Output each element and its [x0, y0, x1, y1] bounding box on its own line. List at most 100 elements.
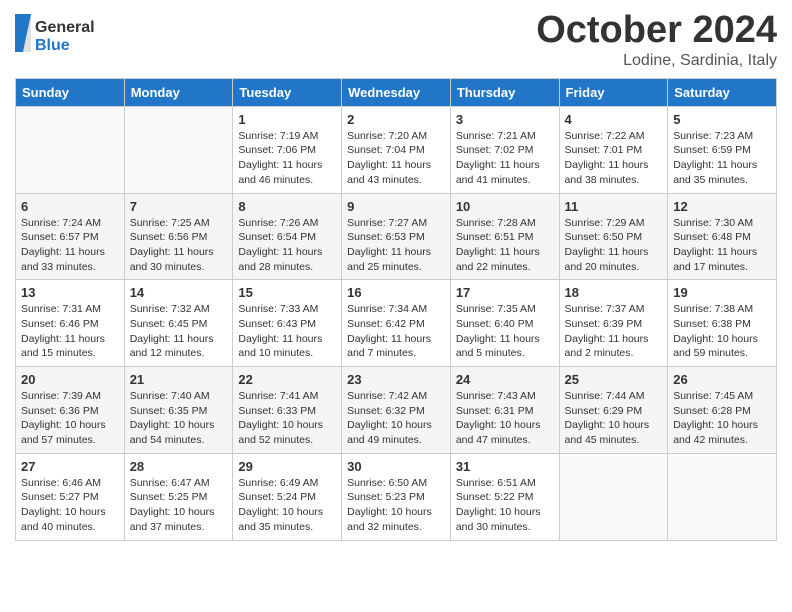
calendar-cell: 11 Sunrise: 7:29 AMSunset: 6:50 PMDaylig…: [559, 193, 668, 280]
calendar-cell: 21 Sunrise: 7:40 AMSunset: 6:35 PMDaylig…: [124, 367, 233, 454]
calendar-cell: 1 Sunrise: 7:19 AMSunset: 7:06 PMDayligh…: [233, 106, 342, 193]
cell-info: Sunrise: 7:22 AMSunset: 7:01 PMDaylight:…: [565, 130, 649, 186]
cell-info: Sunrise: 7:32 AMSunset: 6:45 PMDaylight:…: [130, 303, 214, 359]
col-saturday: Saturday: [668, 78, 777, 106]
week-row-2: 6 Sunrise: 7:24 AMSunset: 6:57 PMDayligh…: [16, 193, 777, 280]
week-row-1: 1 Sunrise: 7:19 AMSunset: 7:06 PMDayligh…: [16, 106, 777, 193]
day-number: 15: [238, 285, 336, 300]
col-monday: Monday: [124, 78, 233, 106]
cell-info: Sunrise: 6:46 AMSunset: 5:27 PMDaylight:…: [21, 477, 106, 533]
cell-info: Sunrise: 6:49 AMSunset: 5:24 PMDaylight:…: [238, 477, 323, 533]
cell-info: Sunrise: 7:19 AMSunset: 7:06 PMDaylight:…: [238, 130, 322, 186]
day-number: 11: [565, 199, 663, 214]
calendar-cell: [668, 453, 777, 540]
header-row: Sunday Monday Tuesday Wednesday Thursday…: [16, 78, 777, 106]
calendar-cell: 24 Sunrise: 7:43 AMSunset: 6:31 PMDaylig…: [450, 367, 559, 454]
calendar-cell: 3 Sunrise: 7:21 AMSunset: 7:02 PMDayligh…: [450, 106, 559, 193]
cell-info: Sunrise: 7:44 AMSunset: 6:29 PMDaylight:…: [565, 390, 650, 446]
calendar-cell: 8 Sunrise: 7:26 AMSunset: 6:54 PMDayligh…: [233, 193, 342, 280]
day-number: 29: [238, 459, 336, 474]
calendar-cell: [124, 106, 233, 193]
day-number: 7: [130, 199, 228, 214]
col-thursday: Thursday: [450, 78, 559, 106]
cell-info: Sunrise: 7:45 AMSunset: 6:28 PMDaylight:…: [673, 390, 758, 446]
day-number: 9: [347, 199, 445, 214]
calendar-cell: 19 Sunrise: 7:38 AMSunset: 6:38 PMDaylig…: [668, 280, 777, 367]
calendar-cell: 9 Sunrise: 7:27 AMSunset: 6:53 PMDayligh…: [342, 193, 451, 280]
cell-info: Sunrise: 7:37 AMSunset: 6:39 PMDaylight:…: [565, 303, 649, 359]
calendar-body: 1 Sunrise: 7:19 AMSunset: 7:06 PMDayligh…: [16, 106, 777, 540]
svg-text:Blue: Blue: [35, 37, 70, 54]
day-number: 26: [673, 372, 771, 387]
col-sunday: Sunday: [16, 78, 125, 106]
cell-info: Sunrise: 7:38 AMSunset: 6:38 PMDaylight:…: [673, 303, 758, 359]
day-number: 1: [238, 112, 336, 127]
day-number: 27: [21, 459, 119, 474]
day-number: 3: [456, 112, 554, 127]
calendar-cell: 16 Sunrise: 7:34 AMSunset: 6:42 PMDaylig…: [342, 280, 451, 367]
day-number: 20: [21, 372, 119, 387]
day-number: 12: [673, 199, 771, 214]
logo-graphic: General Blue: [15, 14, 115, 56]
cell-info: Sunrise: 7:34 AMSunset: 6:42 PMDaylight:…: [347, 303, 431, 359]
logo: General Blue: [15, 10, 115, 56]
calendar-page: General Blue October 2024 Lodine, Sardin…: [0, 0, 792, 556]
svg-text:General: General: [35, 19, 95, 36]
calendar-cell: 6 Sunrise: 7:24 AMSunset: 6:57 PMDayligh…: [16, 193, 125, 280]
day-number: 5: [673, 112, 771, 127]
day-number: 19: [673, 285, 771, 300]
week-row-4: 20 Sunrise: 7:39 AMSunset: 6:36 PMDaylig…: [16, 367, 777, 454]
cell-info: Sunrise: 7:23 AMSunset: 6:59 PMDaylight:…: [673, 130, 757, 186]
day-number: 25: [565, 372, 663, 387]
calendar-table: Sunday Monday Tuesday Wednesday Thursday…: [15, 78, 777, 541]
day-number: 6: [21, 199, 119, 214]
cell-info: Sunrise: 7:29 AMSunset: 6:50 PMDaylight:…: [565, 217, 649, 273]
cell-info: Sunrise: 7:43 AMSunset: 6:31 PMDaylight:…: [456, 390, 541, 446]
cell-info: Sunrise: 7:21 AMSunset: 7:02 PMDaylight:…: [456, 130, 540, 186]
day-number: 17: [456, 285, 554, 300]
calendar-cell: 25 Sunrise: 7:44 AMSunset: 6:29 PMDaylig…: [559, 367, 668, 454]
calendar-cell: 10 Sunrise: 7:28 AMSunset: 6:51 PMDaylig…: [450, 193, 559, 280]
cell-info: Sunrise: 6:51 AMSunset: 5:22 PMDaylight:…: [456, 477, 541, 533]
day-number: 18: [565, 285, 663, 300]
day-number: 24: [456, 372, 554, 387]
calendar-cell: 15 Sunrise: 7:33 AMSunset: 6:43 PMDaylig…: [233, 280, 342, 367]
calendar-cell: 5 Sunrise: 7:23 AMSunset: 6:59 PMDayligh…: [668, 106, 777, 193]
cell-info: Sunrise: 7:41 AMSunset: 6:33 PMDaylight:…: [238, 390, 323, 446]
calendar-cell: 14 Sunrise: 7:32 AMSunset: 6:45 PMDaylig…: [124, 280, 233, 367]
header: General Blue October 2024 Lodine, Sardin…: [15, 10, 777, 70]
day-number: 4: [565, 112, 663, 127]
calendar-cell: 4 Sunrise: 7:22 AMSunset: 7:01 PMDayligh…: [559, 106, 668, 193]
calendar-cell: 23 Sunrise: 7:42 AMSunset: 6:32 PMDaylig…: [342, 367, 451, 454]
cell-info: Sunrise: 6:47 AMSunset: 5:25 PMDaylight:…: [130, 477, 215, 533]
calendar-cell: 7 Sunrise: 7:25 AMSunset: 6:56 PMDayligh…: [124, 193, 233, 280]
cell-info: Sunrise: 7:39 AMSunset: 6:36 PMDaylight:…: [21, 390, 106, 446]
cell-info: Sunrise: 7:40 AMSunset: 6:35 PMDaylight:…: [130, 390, 215, 446]
calendar-cell: [16, 106, 125, 193]
calendar-cell: 31 Sunrise: 6:51 AMSunset: 5:22 PMDaylig…: [450, 453, 559, 540]
cell-info: Sunrise: 7:33 AMSunset: 6:43 PMDaylight:…: [238, 303, 322, 359]
calendar-cell: 27 Sunrise: 6:46 AMSunset: 5:27 PMDaylig…: [16, 453, 125, 540]
calendar-cell: [559, 453, 668, 540]
calendar-cell: 29 Sunrise: 6:49 AMSunset: 5:24 PMDaylig…: [233, 453, 342, 540]
calendar-cell: 22 Sunrise: 7:41 AMSunset: 6:33 PMDaylig…: [233, 367, 342, 454]
day-number: 23: [347, 372, 445, 387]
cell-info: Sunrise: 7:25 AMSunset: 6:56 PMDaylight:…: [130, 217, 214, 273]
cell-info: Sunrise: 7:31 AMSunset: 6:46 PMDaylight:…: [21, 303, 105, 359]
calendar-cell: 20 Sunrise: 7:39 AMSunset: 6:36 PMDaylig…: [16, 367, 125, 454]
cell-info: Sunrise: 7:35 AMSunset: 6:40 PMDaylight:…: [456, 303, 540, 359]
day-number: 16: [347, 285, 445, 300]
cell-info: Sunrise: 7:24 AMSunset: 6:57 PMDaylight:…: [21, 217, 105, 273]
day-number: 31: [456, 459, 554, 474]
day-number: 2: [347, 112, 445, 127]
cell-info: Sunrise: 7:28 AMSunset: 6:51 PMDaylight:…: [456, 217, 540, 273]
calendar-cell: 28 Sunrise: 6:47 AMSunset: 5:25 PMDaylig…: [124, 453, 233, 540]
day-number: 28: [130, 459, 228, 474]
day-number: 14: [130, 285, 228, 300]
col-tuesday: Tuesday: [233, 78, 342, 106]
day-number: 21: [130, 372, 228, 387]
cell-info: Sunrise: 7:42 AMSunset: 6:32 PMDaylight:…: [347, 390, 432, 446]
week-row-5: 27 Sunrise: 6:46 AMSunset: 5:27 PMDaylig…: [16, 453, 777, 540]
calendar-cell: 26 Sunrise: 7:45 AMSunset: 6:28 PMDaylig…: [668, 367, 777, 454]
day-number: 8: [238, 199, 336, 214]
